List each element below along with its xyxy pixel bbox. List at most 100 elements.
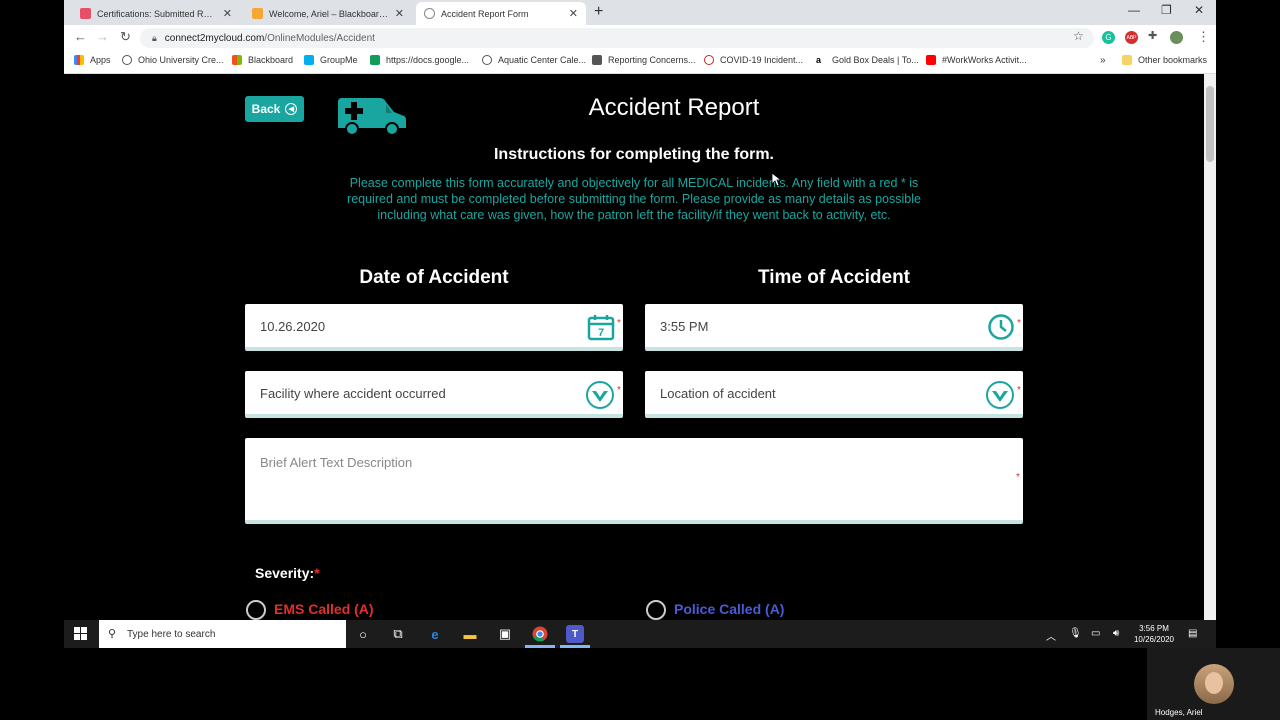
close-window-icon[interactable]: ✕ <box>1194 3 1204 17</box>
close-icon[interactable]: ✕ <box>223 7 232 20</box>
sheets-icon <box>370 55 380 65</box>
required-mark: * <box>1016 472 1020 483</box>
minimize-icon[interactable]: — <box>1128 3 1140 17</box>
bookmarks-bar: Apps Ohio University Cre... Blackboard G… <box>64 50 1216 74</box>
time-label: Time of Accident <box>757 267 911 288</box>
police-called-label[interactable]: Police Called (A) <box>674 601 784 617</box>
apps-grid-icon <box>74 55 84 65</box>
new-tab-button[interactable]: + <box>594 3 603 21</box>
bookmark-gold-box[interactable]: a Gold Box Deals | To... <box>816 55 919 65</box>
globe-icon <box>424 8 435 19</box>
tab-certifications[interactable]: Certifications: Submitted Rosters ✕ <box>72 2 240 25</box>
profile-avatar[interactable] <box>1170 31 1183 44</box>
restore-icon[interactable]: ❐ <box>1161 3 1172 17</box>
youtube-icon <box>926 55 936 65</box>
more-bookmarks-icon[interactable]: » <box>1100 55 1106 66</box>
task-view-icon[interactable]: ⧉ <box>389 625 407 643</box>
tab-bar: Certifications: Submitted Rosters ✕ Welc… <box>64 0 1216 25</box>
scrollbar-thumb[interactable] <box>1206 86 1214 162</box>
back-button[interactable]: Back ◀ <box>245 96 304 122</box>
bookmark-blackboard[interactable]: Blackboard <box>232 55 293 65</box>
back-arrow-icon[interactable]: ← <box>74 29 87 44</box>
bookmark-covid[interactable]: COVID-19 Incident... <box>704 55 803 65</box>
date-field[interactable]: 10.26.2020 7 * <box>245 304 623 351</box>
ems-called-label[interactable]: EMS Called (A) <box>274 601 374 617</box>
police-called-radio[interactable] <box>646 600 666 620</box>
amazon-icon: a <box>816 55 826 65</box>
avatar <box>1194 664 1234 704</box>
required-mark: * <box>617 385 621 396</box>
edge-icon[interactable]: e <box>426 625 444 643</box>
menu-dots-icon[interactable]: ⋮ <box>1197 29 1210 45</box>
cortana-icon[interactable]: ○ <box>354 625 372 643</box>
bookmark-apps[interactable]: Apps <box>74 55 111 65</box>
notifications-icon[interactable]: ▤ <box>1188 628 1197 639</box>
adblock-icon[interactable]: ABP <box>1125 31 1138 44</box>
bookmark-aquatic[interactable]: Aquatic Center Cale... <box>482 55 586 65</box>
teams-active-indicator <box>560 645 590 648</box>
time-field[interactable]: 3:55 PM * <box>645 304 1023 351</box>
globe-icon <box>122 55 132 65</box>
bookmark-reporting[interactable]: Reporting Concerns... <box>592 55 696 65</box>
bookmark-other[interactable]: Other bookmarks <box>1122 55 1207 65</box>
grammarly-icon[interactable]: G <box>1102 31 1115 44</box>
date-label: Date of Accident <box>359 267 509 288</box>
participant-name: Hodges, Ariel <box>1155 708 1203 717</box>
microphone-icon[interactable]: 🎙︎ <box>1069 628 1082 639</box>
chrome-icon[interactable] <box>531 625 549 643</box>
system-clock[interactable]: 3:56 PM 10/26/2020 <box>1126 623 1182 645</box>
severity-label: Severity:* <box>255 565 320 581</box>
address-row: ← → ↻ 🔒︎ connect2mycloud.com/OnlineModul… <box>64 25 1216 50</box>
bookmark-ohio[interactable]: Ohio University Cre... <box>122 55 224 65</box>
reload-icon[interactable]: ↻ <box>120 29 131 45</box>
windows-icon <box>232 55 242 65</box>
close-icon[interactable]: ✕ <box>395 7 404 20</box>
chevron-up-icon[interactable]: ︿ <box>1046 628 1056 643</box>
store-icon[interactable]: ▣ <box>496 625 514 643</box>
page-scrollbar[interactable] <box>1204 74 1216 620</box>
ohio-logo-icon <box>592 55 602 65</box>
forward-arrow-icon[interactable]: → <box>96 29 109 44</box>
tab-blackboard[interactable]: Welcome, Ariel – Blackboard Lea ✕ <box>244 2 412 25</box>
network-icon[interactable]: ▭ <box>1091 628 1100 639</box>
search-icon: ⚲ <box>108 628 117 640</box>
mouse-cursor-icon <box>772 173 782 187</box>
webcam-overlay: Hodges, Ariel <box>1147 648 1280 720</box>
facility-select[interactable]: Facility where accident occurred * <box>245 371 623 418</box>
windows-taskbar: ⚲ Type here to search ○ ⧉ e ▬ ▣ T ︿ 🎙︎ ▭… <box>64 620 1216 648</box>
folder-icon <box>1122 55 1132 65</box>
arrow-left-circle-icon: ◀ <box>285 103 298 115</box>
svg-text:7: 7 <box>598 327 604 339</box>
puzzle-icon[interactable]: ✚ <box>1148 29 1157 42</box>
file-explorer-icon[interactable]: ▬ <box>461 625 479 643</box>
teams-icon[interactable]: T <box>566 625 584 643</box>
calendar-icon[interactable]: 7 <box>587 313 615 341</box>
taskbar-search-input[interactable]: ⚲ Type here to search <box>99 620 346 648</box>
instructions-text: Please complete this form accurately and… <box>347 176 921 222</box>
close-icon[interactable]: ✕ <box>569 7 578 20</box>
required-mark: * <box>1017 385 1021 396</box>
location-select[interactable]: Location of accident * <box>645 371 1023 418</box>
page-content: Back ◀ Accident Report Instructions for … <box>64 74 1204 620</box>
windows-start-icon[interactable] <box>74 627 87 640</box>
lock-icon: 🔒︎ <box>152 32 157 43</box>
tab-favicon-icon <box>252 8 263 19</box>
bookmark-workworks[interactable]: #WorkWorks Activit... <box>926 55 1027 65</box>
clock-icon[interactable] <box>987 313 1015 341</box>
tab-favicon-icon <box>80 8 91 19</box>
instructions-title: Instructions for completing the form. <box>493 146 774 163</box>
url-bar[interactable]: 🔒︎ connect2mycloud.com/OnlineModules/Acc… <box>140 28 1094 48</box>
required-mark: * <box>1017 318 1021 329</box>
volume-icon[interactable]: 🔊︎ <box>1113 628 1119 639</box>
required-mark: * <box>617 318 621 329</box>
chevron-down-icon[interactable] <box>985 380 1015 410</box>
chevron-down-icon[interactable] <box>585 380 615 410</box>
page-title: Accident Report <box>588 94 760 121</box>
bookmark-groupme[interactable]: GroupMe <box>304 55 358 65</box>
tab-accident-report[interactable]: Accident Report Form ✕ <box>416 2 586 25</box>
browser-window: Certifications: Submitted Rosters ✕ Welc… <box>64 0 1216 648</box>
ems-called-radio[interactable] <box>246 600 266 620</box>
bookmark-docs[interactable]: https://docs.google... <box>370 55 469 65</box>
description-textarea[interactable]: Brief Alert Text Description * <box>245 438 1023 524</box>
star-icon[interactable]: ☆ <box>1073 29 1084 43</box>
